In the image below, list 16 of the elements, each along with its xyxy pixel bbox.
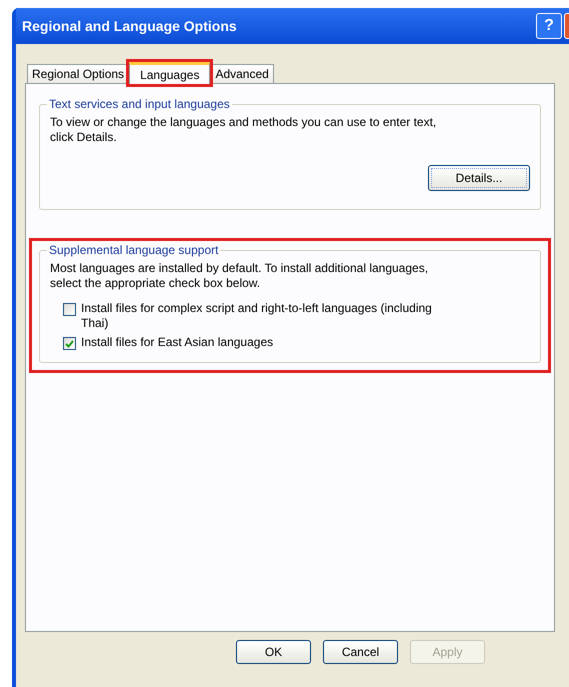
dialog-button[interactable]: Cancel [323,640,398,664]
help-button[interactable]: ? [536,13,562,39]
tab[interactable]: Languages [129,62,210,84]
group-title: Text services and input languages [48,96,231,113]
checkbox-label: Install files for complex script and right-to-left languages (including Thai) [81,301,433,331]
group-description: Most languages are installed by default. To install additional languages, select the appropriate check box below. [50,261,430,291]
checkbox[interactable] [63,337,76,350]
window-title: Regional and Language Options [22,16,238,36]
group-title: Supplemental language support [48,242,220,259]
checkbox[interactable] [63,303,76,316]
checkmark-icon [65,340,74,348]
checkbox-label: Install files for East Asian languages [81,335,274,350]
tab[interactable]: Advanced [210,64,274,83]
dialog-button[interactable]: OK [236,640,311,664]
group-description: To view or change the languages and methods you can use to enter text, click Details. [50,115,438,145]
details-button[interactable]: Details... [428,165,530,191]
